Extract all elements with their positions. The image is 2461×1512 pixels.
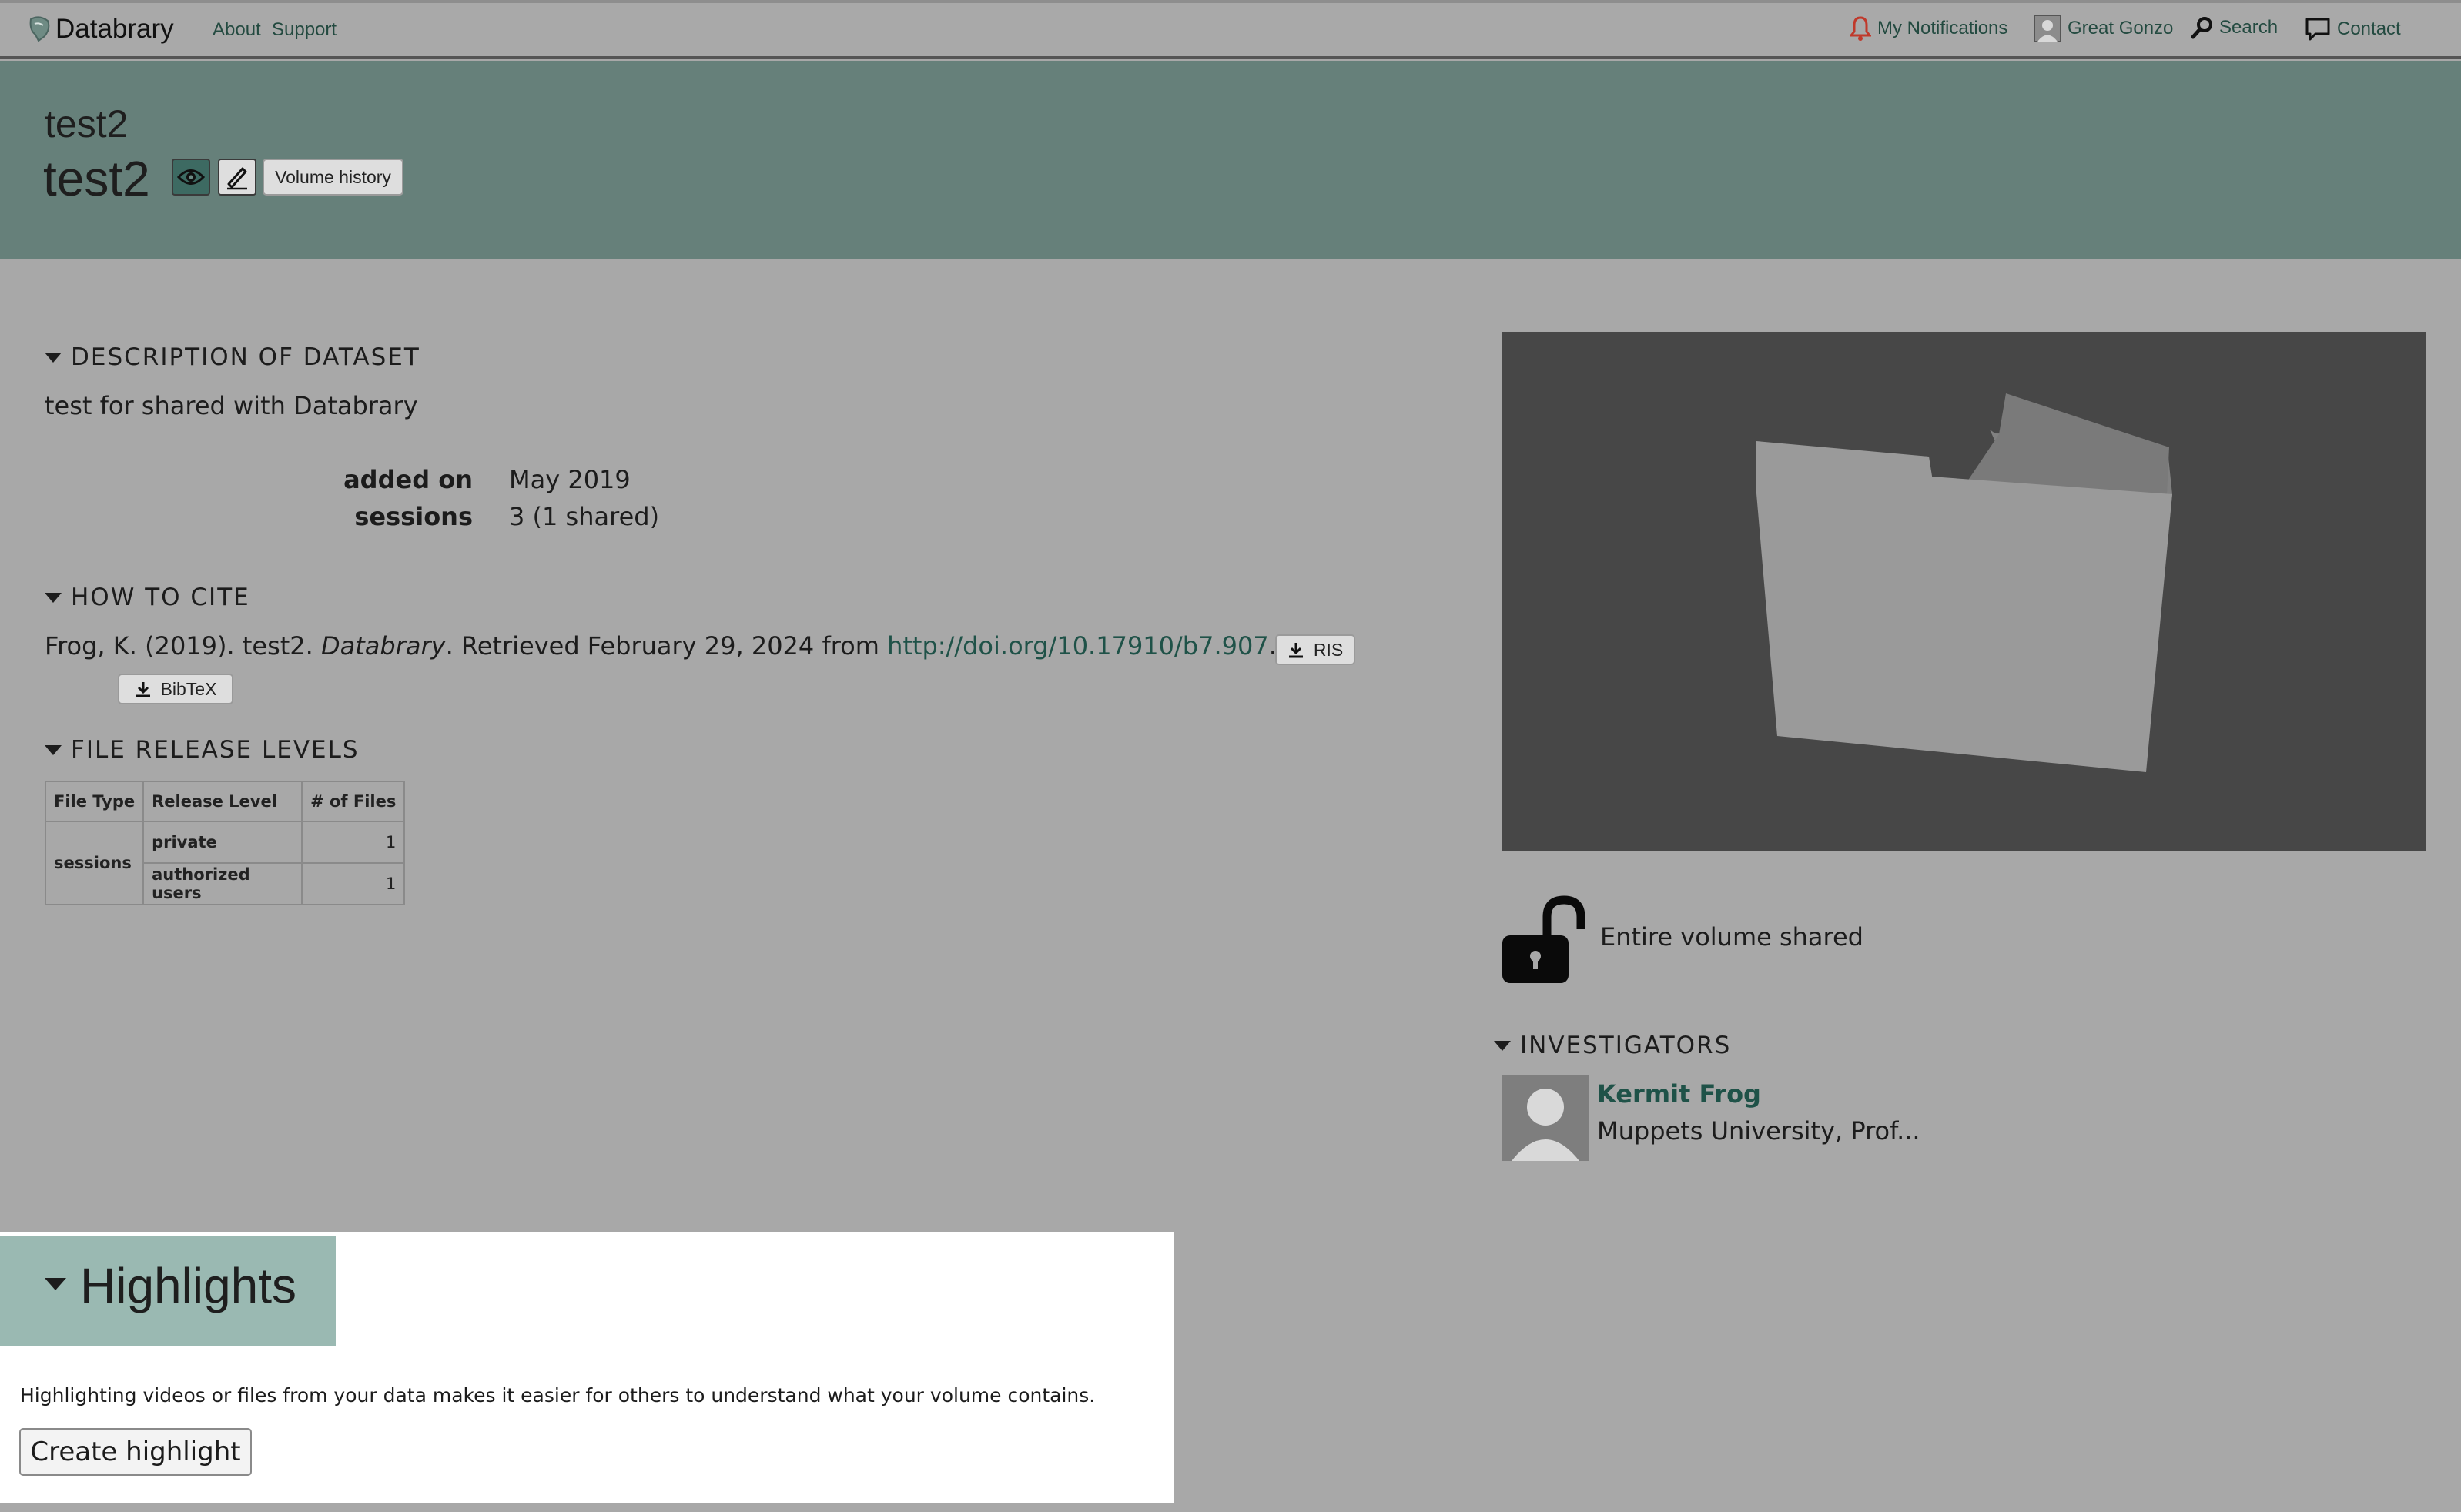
- investigator-affiliation: Muppets University, Prof...: [1597, 1116, 1920, 1146]
- file-type-cell: sessions: [44, 821, 145, 905]
- added-on-value: May 2019: [509, 465, 631, 494]
- citation-text: Frog, K. (2019). test2. Databrary. Retri…: [45, 631, 1277, 661]
- sessions-label: sessions: [354, 502, 473, 531]
- unlocked-padlock-icon: [1502, 895, 1587, 988]
- person-icon: [1512, 1089, 1579, 1161]
- investigators-heading[interactable]: INVESTIGATORS: [1494, 1032, 1731, 1059]
- investigator-avatar: [1502, 1075, 1589, 1161]
- sharing-status: Entire volume shared: [1600, 922, 1863, 952]
- create-highlight-button[interactable]: Create highlight: [19, 1428, 252, 1476]
- citation-prefix: Frog, K. (2019). test2.: [45, 631, 313, 661]
- contact-link[interactable]: Contact: [2305, 17, 2401, 42]
- bibtex-label: BibTeX: [160, 678, 217, 699]
- release-level-cell: private: [142, 821, 303, 864]
- table-row: sessions private 1: [44, 821, 406, 905]
- user-name: Great Gonzo: [2068, 18, 2174, 38]
- collapse-triangle-icon: [45, 744, 62, 755]
- investigators-heading-text: INVESTIGATORS: [1520, 1032, 1732, 1059]
- description-text: test for shared with Databrary: [45, 391, 418, 420]
- eye-icon: [177, 169, 205, 185]
- edit-button[interactable]: [218, 159, 256, 196]
- sessions-value: 3 (1 shared): [509, 502, 660, 531]
- collapse-triangle-icon: [1494, 1040, 1511, 1051]
- file-count-cell: 1: [301, 862, 406, 905]
- citation-heading[interactable]: HOW TO CITE: [45, 584, 250, 611]
- table-header-row: File Type Release Level # of Files: [44, 781, 406, 822]
- brand-logo[interactable]: Databrary: [28, 14, 174, 45]
- doi-link[interactable]: http://doi.org/10.17910/b7.907: [887, 631, 1269, 661]
- collapse-triangle-icon: [45, 592, 62, 603]
- search-link[interactable]: Search: [2190, 15, 2278, 40]
- download-icon: [136, 682, 150, 697]
- ris-download-button[interactable]: RIS: [1275, 634, 1355, 665]
- nav-support-link[interactable]: Support: [272, 19, 337, 41]
- release-level-cell: authorized users: [142, 862, 303, 905]
- download-icon: [1288, 643, 1303, 658]
- citation-heading-text: HOW TO CITE: [71, 584, 250, 611]
- highlights-title: Highlights: [80, 1258, 297, 1313]
- brand-name: Databrary: [55, 14, 174, 44]
- bell-icon: [1850, 16, 1871, 41]
- volume-thumbnail: [1502, 332, 2426, 851]
- added-on-label: added on: [343, 465, 473, 494]
- description-heading-text: DESCRIPTION OF DATASET: [71, 343, 420, 371]
- notifications-label: My Notifications: [1877, 18, 2008, 38]
- citation-journal: Databrary: [321, 631, 446, 661]
- release-levels-heading[interactable]: FILE RELEASE LEVELS: [45, 736, 360, 764]
- chat-bubble-icon: [2305, 18, 2330, 41]
- column-header: File Type: [44, 781, 145, 822]
- search-icon: [2191, 17, 2212, 39]
- file-count-cell: 1: [301, 821, 406, 864]
- user-avatar-icon: [2034, 15, 2061, 42]
- folder-icon: [1756, 393, 2172, 772]
- nav-about-link[interactable]: About: [213, 19, 261, 41]
- contact-label: Contact: [2337, 18, 2401, 39]
- view-button[interactable]: [172, 159, 210, 196]
- collapse-triangle-icon: [45, 352, 62, 363]
- description-heading[interactable]: DESCRIPTION OF DATASET: [45, 343, 420, 371]
- volume-subtitle: test2: [45, 102, 129, 146]
- databrary-logo-icon: [29, 16, 50, 42]
- release-levels-table: File Type Release Level # of Files sessi…: [44, 781, 406, 905]
- release-levels-heading-text: FILE RELEASE LEVELS: [71, 736, 360, 764]
- volume-title: test2: [43, 151, 150, 206]
- volume-history-button[interactable]: Volume history: [263, 159, 403, 196]
- bibtex-download-button[interactable]: BibTeX: [118, 674, 233, 704]
- highlights-description: Highlighting videos or files from your d…: [20, 1384, 1096, 1407]
- column-header: Release Level: [142, 781, 303, 822]
- notifications-link[interactable]: My Notifications: [1850, 15, 2007, 42]
- investigator-name-link[interactable]: Kermit Frog: [1597, 1079, 1761, 1109]
- ris-label: RIS: [1313, 639, 1344, 660]
- top-navigation-bar: Databrary About Support My Notifications…: [0, 0, 2461, 59]
- citation-retrieved: . Retrieved February 29, 2024 from: [445, 631, 879, 661]
- pencil-icon: [227, 167, 247, 190]
- search-label: Search: [2219, 17, 2279, 38]
- column-header: # of Files: [301, 781, 406, 822]
- user-menu[interactable]: Great Gonzo: [2034, 15, 2173, 42]
- collapse-triangle-icon[interactable]: [45, 1278, 66, 1290]
